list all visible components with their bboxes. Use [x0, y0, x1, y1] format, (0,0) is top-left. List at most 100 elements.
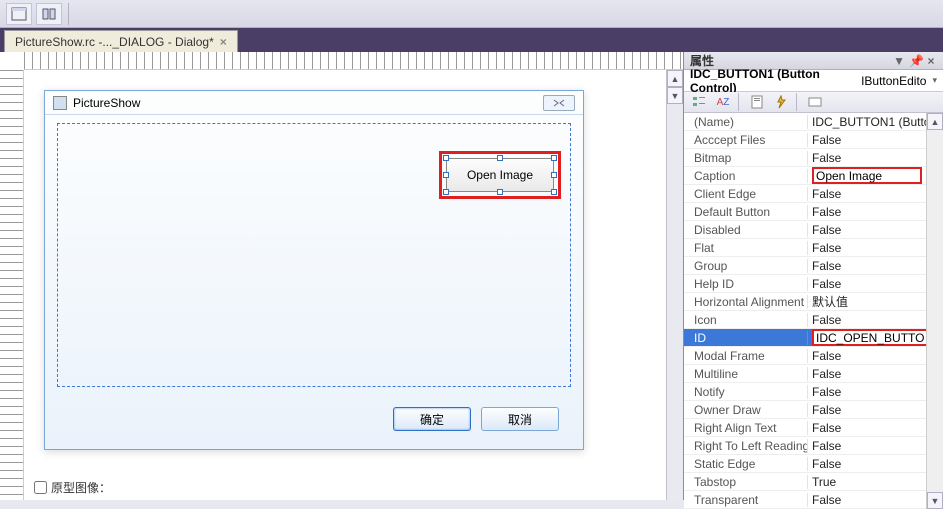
- property-value[interactable]: False: [808, 313, 926, 327]
- object-dropdown-icon[interactable]: ▾: [932, 75, 937, 86]
- property-value[interactable]: False: [808, 259, 926, 273]
- property-row-tabstop[interactable]: TabstopTrue: [684, 473, 926, 491]
- resize-handle-ne[interactable]: [551, 155, 557, 161]
- property-row-group[interactable]: GroupFalse: [684, 257, 926, 275]
- property-name: Help ID: [684, 277, 808, 291]
- property-name: Caption: [684, 169, 808, 183]
- property-value[interactable]: False: [808, 241, 926, 255]
- property-name: Default Button: [684, 205, 808, 219]
- resize-handle-s[interactable]: [497, 189, 503, 195]
- property-value[interactable]: False: [808, 349, 926, 363]
- property-row-right-to-left-reading[interactable]: Right To Left ReadingFalse: [684, 437, 926, 455]
- resize-handle-sw[interactable]: [443, 189, 449, 195]
- property-row-help-id[interactable]: Help IDFalse: [684, 275, 926, 293]
- resize-handle-n[interactable]: [497, 155, 503, 161]
- property-value[interactable]: False: [808, 457, 926, 471]
- document-tab[interactable]: PictureShow.rc -..._DIALOG - Dialog* ×: [4, 30, 238, 52]
- property-row-acccept-files[interactable]: Acccept FilesFalse: [684, 131, 926, 149]
- tab-close-button[interactable]: ×: [220, 35, 227, 49]
- dialog-button-row: 确定 取消: [393, 407, 559, 431]
- property-value[interactable]: 默认值: [808, 293, 926, 310]
- property-value[interactable]: False: [808, 403, 926, 417]
- layout-tool-button[interactable]: [6, 3, 32, 25]
- property-row-default-button[interactable]: Default ButtonFalse: [684, 203, 926, 221]
- dialog-client-area[interactable]: Open Image: [57, 123, 571, 437]
- dialog-preview-frame[interactable]: PictureShow Open Image: [44, 90, 584, 450]
- cancel-button[interactable]: 取消: [481, 407, 559, 431]
- prop-scroll-up-icon[interactable]: ▲: [927, 113, 943, 130]
- property-value[interactable]: False: [808, 421, 926, 435]
- property-row-horizontal-alignment[interactable]: Horizontal Alignment默认值: [684, 293, 926, 311]
- properties-toolbar: AZ: [684, 92, 943, 113]
- property-row-flat[interactable]: FlatFalse: [684, 239, 926, 257]
- property-row-icon[interactable]: IconFalse: [684, 311, 926, 329]
- property-row-notify[interactable]: NotifyFalse: [684, 383, 926, 401]
- property-row-caption[interactable]: Caption Open Image: [684, 167, 926, 185]
- resize-handle-se[interactable]: [551, 189, 557, 195]
- property-row-multiline[interactable]: MultilineFalse: [684, 365, 926, 383]
- open-image-button[interactable]: Open Image: [446, 158, 554, 192]
- property-name: (Name): [684, 115, 808, 129]
- property-value[interactable]: False: [808, 205, 926, 219]
- property-value[interactable]: IDC_BUTTON1 (Butto: [808, 115, 926, 129]
- property-row-client-edge[interactable]: Client EdgeFalse: [684, 185, 926, 203]
- property-value[interactable]: IDC_OPEN_BUTTO▾: [808, 329, 926, 346]
- selected-object-row[interactable]: IDC_BUTTON1 (Button Control) IButtonEdit…: [684, 70, 943, 92]
- dialog-app-icon: [53, 96, 67, 110]
- property-value[interactable]: False: [808, 367, 926, 381]
- designer-vertical-scrollbar[interactable]: ▲ ▼: [666, 70, 683, 500]
- alphabetical-view-button[interactable]: AZ: [712, 92, 734, 112]
- pin-icon[interactable]: 📌: [909, 54, 921, 68]
- property-value[interactable]: False: [808, 277, 926, 291]
- toolbar-sep-2: [796, 93, 800, 111]
- horizontal-ruler: [24, 52, 683, 70]
- scroll-down-arrow-icon[interactable]: ▼: [667, 87, 683, 104]
- id-value-highlight[interactable]: IDC_OPEN_BUTTO▾: [812, 329, 926, 346]
- design-canvas[interactable]: PictureShow Open Image: [24, 70, 666, 500]
- properties-scrollbar[interactable]: ▲ ▼: [926, 113, 943, 509]
- property-row-owner-draw[interactable]: Owner DrawFalse: [684, 401, 926, 419]
- property-value[interactable]: True: [808, 475, 926, 489]
- property-row-id[interactable]: IDIDC_OPEN_BUTTO▾: [684, 329, 926, 347]
- property-row-transparent[interactable]: TransparentFalse: [684, 491, 926, 509]
- properties-page-button[interactable]: [746, 92, 768, 112]
- property-row-right-align-text[interactable]: Right Align TextFalse: [684, 419, 926, 437]
- prop-scroll-down-icon[interactable]: ▼: [927, 492, 943, 509]
- resize-handle-w[interactable]: [443, 172, 449, 178]
- property-value[interactable]: False: [808, 187, 926, 201]
- vertical-ruler: [0, 70, 24, 500]
- dialog-title-text: PictureShow: [73, 96, 140, 110]
- property-row-modal-frame[interactable]: Modal FrameFalse: [684, 347, 926, 365]
- property-row-static-edge[interactable]: Static EdgeFalse: [684, 455, 926, 473]
- prototype-image-checkbox[interactable]: [34, 481, 47, 494]
- ok-button[interactable]: 确定: [393, 407, 471, 431]
- toolbar-sep: [738, 93, 742, 111]
- property-row-disabled[interactable]: DisabledFalse: [684, 221, 926, 239]
- property-value[interactable]: False: [808, 133, 926, 147]
- main-toolbar: [0, 0, 943, 28]
- categorized-view-button[interactable]: [688, 92, 710, 112]
- events-button[interactable]: [770, 92, 792, 112]
- resize-handle-nw[interactable]: [443, 155, 449, 161]
- property-value[interactable]: False: [808, 223, 926, 237]
- open-image-label: Open Image: [467, 168, 533, 182]
- scroll-up-arrow-icon[interactable]: ▲: [667, 70, 683, 87]
- properties-grid[interactable]: (Name)IDC_BUTTON1 (ButtoAcccept FilesFal…: [684, 113, 926, 509]
- panel-dropdown-icon[interactable]: ▼: [893, 54, 905, 68]
- property-row-bitmap[interactable]: BitmapFalse: [684, 149, 926, 167]
- selected-object-name: IDC_BUTTON1 (Button Control): [690, 67, 857, 95]
- prototype-image-row: 原型图像：: [34, 479, 111, 496]
- caption-value-highlight[interactable]: Open Image: [812, 167, 922, 184]
- property-name: Horizontal Alignment: [684, 295, 808, 309]
- property-row--name-[interactable]: (Name)IDC_BUTTON1 (Butto: [684, 113, 926, 131]
- ok-label: 确定: [420, 411, 444, 428]
- messages-button[interactable]: [804, 92, 826, 112]
- property-value[interactable]: False: [808, 151, 926, 165]
- panel-close-icon[interactable]: ×: [925, 54, 937, 68]
- property-value[interactable]: False: [808, 439, 926, 453]
- property-value[interactable]: False: [808, 385, 926, 399]
- resize-handle-e[interactable]: [551, 172, 557, 178]
- tool-button-2[interactable]: [36, 3, 62, 25]
- property-value[interactable]: Open Image: [808, 167, 926, 184]
- dialog-close-button[interactable]: [543, 95, 575, 111]
